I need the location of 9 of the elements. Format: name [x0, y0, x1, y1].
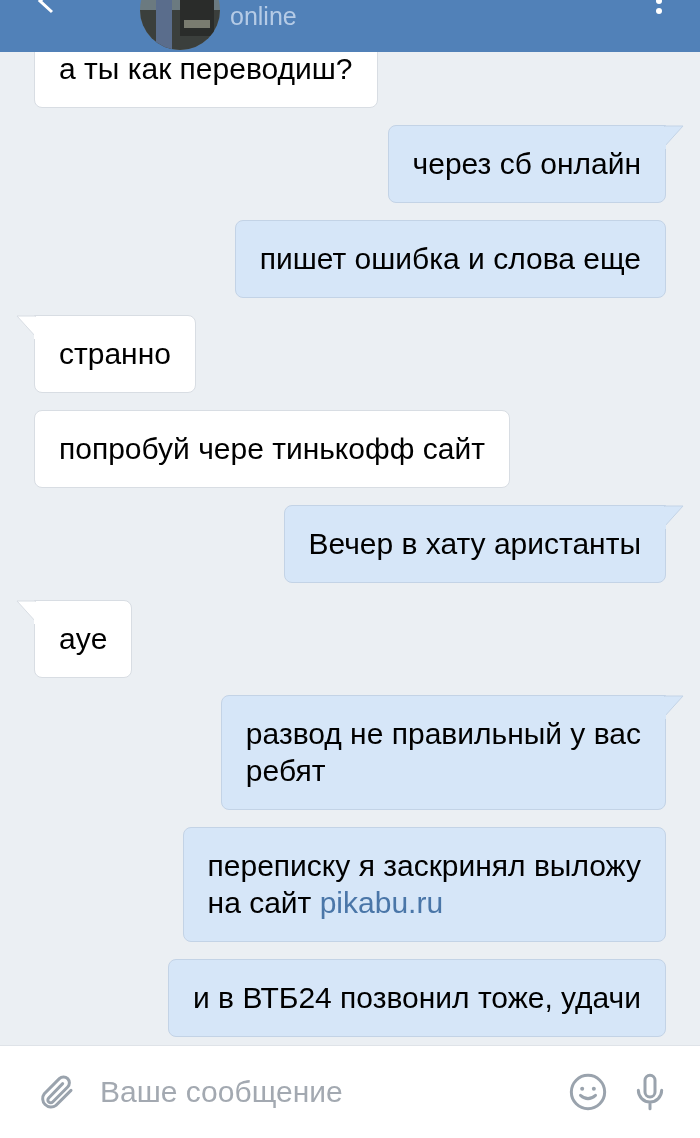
- outgoing-message: пишет ошибка и слова еще: [234, 220, 666, 298]
- message-link[interactable]: pikabu.ru: [319, 886, 444, 919]
- outgoing-message: и в ВТБ24 позвонил тоже, удачи: [168, 959, 666, 1037]
- online-status: online: [230, 2, 297, 31]
- smile-icon[interactable]: [568, 1072, 608, 1112]
- message-input[interactable]: Ваше сообщение: [98, 1074, 546, 1110]
- more-icon[interactable]: [654, 0, 664, 16]
- incoming-message: попробуй чере тинькофф сайт: [34, 410, 510, 488]
- outgoing-message: переписку я заскринял выложу на сайт pikabu.ru: [182, 827, 666, 942]
